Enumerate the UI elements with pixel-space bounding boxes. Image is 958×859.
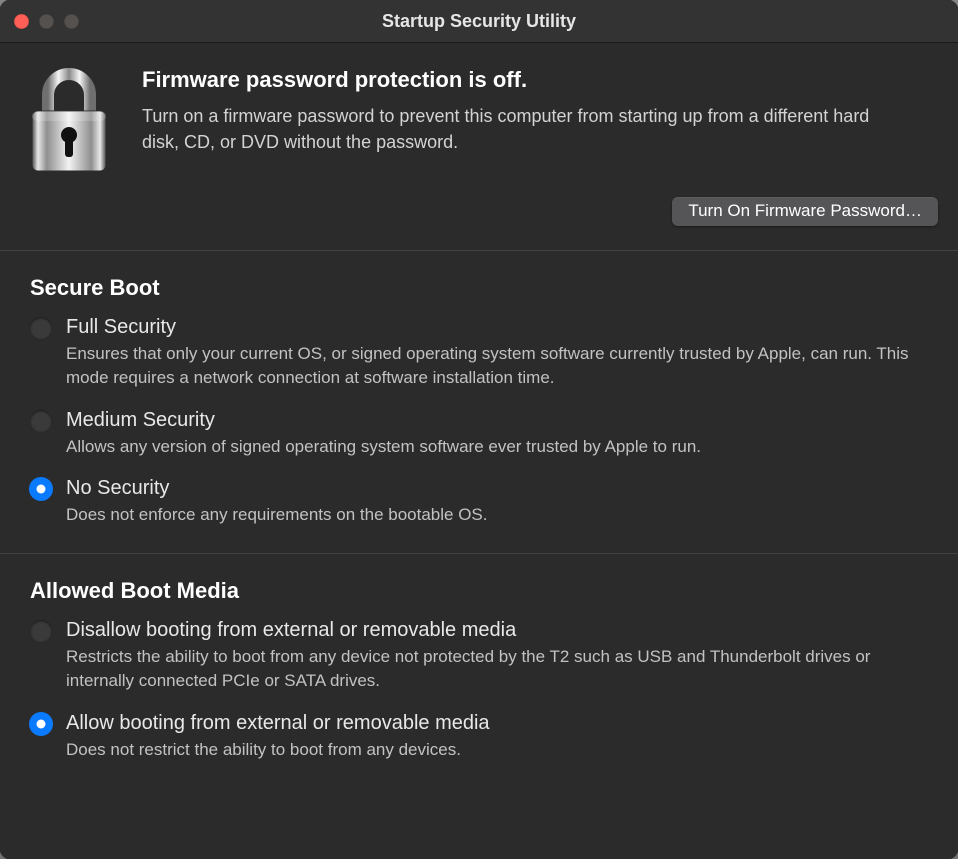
option-label-no-security[interactable]: No Security [66,476,928,500]
boot-media-option-allow-external: Allow booting from external or removable… [30,711,928,762]
content-area: Firmware password protection is off. Tur… [0,43,958,788]
firmware-password-section: Firmware password protection is off. Tur… [0,43,958,197]
titlebar: Startup Security Utility [0,0,958,43]
maximize-window-button[interactable] [64,14,79,29]
radio-medium-security[interactable] [30,410,52,432]
turn-on-firmware-password-button[interactable]: Turn On Firmware Password… [672,197,938,226]
secure-boot-option-full-security: Full Security Ensures that only your cur… [30,315,928,390]
radio-no-security[interactable] [30,478,52,500]
option-label-disallow-external-boot[interactable]: Disallow booting from external or remova… [66,618,928,642]
close-window-button[interactable] [14,14,29,29]
firmware-button-row: Turn On Firmware Password… [0,197,958,250]
lock-icon [26,65,112,175]
option-desc-full-security: Ensures that only your current OS, or si… [66,342,926,390]
startup-security-utility-window: Startup Security Utility [0,0,958,859]
radio-disallow-external-boot[interactable] [30,620,52,642]
secure-boot-section: Secure Boot Full Security Ensures that o… [0,251,958,553]
option-label-full-security[interactable]: Full Security [66,315,928,339]
boot-media-option-disallow-external: Disallow booting from external or remova… [30,618,928,693]
allowed-boot-media-title: Allowed Boot Media [30,578,928,604]
radio-allow-external-boot[interactable] [30,713,52,735]
option-label-allow-external-boot[interactable]: Allow booting from external or removable… [66,711,928,735]
firmware-password-heading: Firmware password protection is off. [142,67,932,93]
allowed-boot-media-section: Allowed Boot Media Disallow booting from… [0,554,958,787]
secure-boot-option-medium-security: Medium Security Allows any version of si… [30,408,928,459]
option-label-medium-security[interactable]: Medium Security [66,408,928,432]
option-desc-medium-security: Allows any version of signed operating s… [66,435,926,459]
firmware-password-text: Firmware password protection is off. Tur… [142,65,932,155]
firmware-password-description: Turn on a firmware password to prevent t… [142,103,882,155]
minimize-window-button[interactable] [39,14,54,29]
option-desc-disallow-external-boot: Restricts the ability to boot from any d… [66,645,926,693]
option-desc-allow-external-boot: Does not restrict the ability to boot fr… [66,738,926,762]
window-title: Startup Security Utility [0,11,958,32]
secure-boot-option-no-security: No Security Does not enforce any require… [30,476,928,527]
option-desc-no-security: Does not enforce any requirements on the… [66,503,926,527]
secure-boot-title: Secure Boot [30,275,928,301]
radio-full-security[interactable] [30,317,52,339]
window-controls [14,14,79,29]
